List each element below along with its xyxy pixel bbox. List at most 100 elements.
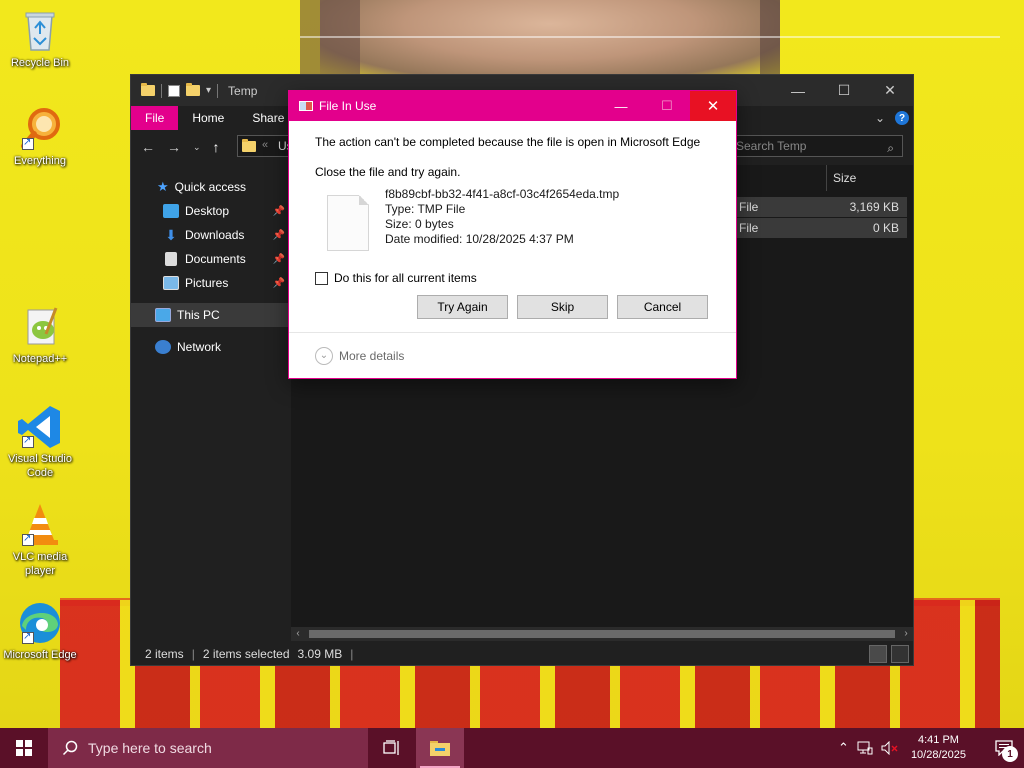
details-view-icon[interactable] bbox=[869, 645, 887, 663]
chevron-down-icon[interactable]: ⌄ bbox=[315, 346, 333, 365]
start-button[interactable] bbox=[0, 728, 48, 768]
file-in-use-dialog: File In Use — ☐ ✕ The action can't be co… bbox=[288, 90, 737, 379]
horizontal-scrollbar[interactable]: ‹ › bbox=[291, 627, 913, 641]
sidebar-item-desktop[interactable]: Desktop 📌 bbox=[131, 199, 289, 223]
ribbon-expand-chevron-icon[interactable]: ⌄ bbox=[875, 111, 885, 125]
desktop-icon-notepad-plus-plus[interactable]: Notepad++ bbox=[2, 304, 78, 366]
file-type-cell: File bbox=[739, 200, 759, 214]
apply-to-all-checkbox[interactable]: Do this for all current items bbox=[315, 271, 710, 285]
volume-muted-icon[interactable] bbox=[881, 741, 899, 755]
desktop-icon-everything[interactable]: Everything bbox=[2, 106, 78, 168]
search-input[interactable]: Search Temp ⌕ bbox=[727, 135, 903, 157]
window-title: Temp bbox=[228, 83, 258, 98]
customize-toolbar-icon[interactable]: ▾ bbox=[206, 85, 211, 96]
cancel-button[interactable]: Cancel bbox=[617, 295, 708, 319]
try-again-button[interactable]: Try Again bbox=[417, 295, 508, 319]
help-icon[interactable]: ? bbox=[895, 111, 909, 125]
checkbox-label: Do this for all current items bbox=[334, 271, 477, 285]
blank-file-icon bbox=[327, 195, 369, 251]
sidebar-item-this-pc[interactable]: This PC bbox=[131, 303, 289, 327]
scroll-right-icon[interactable]: › bbox=[899, 627, 913, 641]
file-name: f8b89cbf-bb32-4f41-a8cf-03c4f2654eda.tmp bbox=[385, 187, 620, 201]
shortcut-arrow-icon bbox=[22, 136, 34, 150]
scrollbar-thumb[interactable] bbox=[309, 630, 895, 638]
desktop-icon-label: Microsoft Edge bbox=[3, 649, 77, 661]
pin-icon[interactable]: 📌 bbox=[273, 278, 285, 289]
breadcrumb-overflow-icon: « bbox=[262, 139, 269, 151]
table-row[interactable]: File 0 KB bbox=[733, 218, 907, 238]
windows-logo-icon bbox=[16, 740, 32, 756]
taskbar-file-explorer[interactable] bbox=[416, 728, 464, 768]
quick-access-toolbar: ▾ Temp bbox=[141, 83, 258, 98]
tab-file[interactable]: File bbox=[131, 106, 179, 130]
taskbar-search-box[interactable]: Type here to search bbox=[48, 728, 368, 768]
separator: | bbox=[191, 647, 195, 661]
maximize-button[interactable]: ☐ bbox=[821, 75, 867, 106]
sidebar-item-label: Downloads bbox=[185, 228, 245, 242]
properties-icon[interactable] bbox=[168, 84, 180, 97]
taskbar: Type here to search ⌃ 4:41 PM 10/28/2025… bbox=[0, 728, 1024, 768]
file-date-modified: Date modified: 10/28/2025 4:37 PM bbox=[385, 232, 574, 246]
file-type: Type: TMP File bbox=[385, 202, 466, 216]
back-arrow-icon[interactable]: ← bbox=[141, 139, 155, 155]
desktop-icon-vscode[interactable]: Visual Studio Code bbox=[2, 404, 78, 480]
separator: | bbox=[350, 647, 354, 661]
navigation-pane: ★ Quick access Desktop 📌 ⬇ Downloads 📌 D… bbox=[131, 175, 289, 635]
documents-icon bbox=[165, 252, 177, 266]
dialog-instruction: Close the file and try again. bbox=[315, 165, 461, 179]
sidebar-item-downloads[interactable]: ⬇ Downloads 📌 bbox=[131, 223, 289, 247]
desktop-icon-edge[interactable]: Microsoft Edge bbox=[2, 600, 78, 662]
status-bar: 2 items | 2 items selected 3.09 MB | bbox=[131, 643, 913, 665]
desktop-icon-vlc[interactable]: VLC media player bbox=[2, 502, 78, 578]
system-tray: ⌃ 4:41 PM 10/28/2025 1 bbox=[838, 728, 1024, 768]
recycle-bin-icon bbox=[16, 8, 64, 54]
show-hidden-icons-chevron-icon[interactable]: ⌃ bbox=[838, 740, 849, 756]
up-arrow-icon[interactable]: ↑ bbox=[213, 139, 220, 155]
computer-icon bbox=[155, 308, 171, 322]
pin-icon[interactable]: 📌 bbox=[273, 206, 285, 217]
checkbox-box[interactable] bbox=[315, 271, 328, 285]
pin-icon[interactable]: 📌 bbox=[273, 254, 285, 265]
forward-arrow-icon[interactable]: → bbox=[167, 139, 181, 155]
table-row[interactable]: File 3,169 KB bbox=[733, 197, 907, 217]
folder-icon bbox=[242, 139, 256, 152]
task-view-button[interactable] bbox=[368, 728, 416, 768]
download-arrow-icon: ⬇ bbox=[165, 226, 177, 243]
notepad-plus-plus-icon bbox=[16, 304, 64, 350]
more-details-toggle[interactable]: ⌄ More details bbox=[289, 332, 736, 378]
wallpaper-shade-right bbox=[760, 0, 780, 80]
desktop-icon-label: Notepad++ bbox=[12, 353, 68, 365]
star-icon: ★ bbox=[157, 179, 169, 194]
dialog-titlebar[interactable]: File In Use — ☐ ✕ bbox=[289, 91, 736, 121]
large-icons-view-icon[interactable] bbox=[891, 645, 909, 663]
minimize-button[interactable]: — bbox=[775, 75, 821, 106]
clock[interactable]: 4:41 PM 10/28/2025 bbox=[907, 733, 976, 763]
sidebar-item-quick-access[interactable]: ★ Quick access bbox=[131, 175, 289, 199]
sidebar-item-network[interactable]: Network bbox=[131, 335, 289, 359]
sidebar-item-pictures[interactable]: Pictures 📌 bbox=[131, 271, 289, 295]
clock-time: 4:41 PM bbox=[917, 734, 959, 746]
scroll-left-icon[interactable]: ‹ bbox=[291, 627, 305, 641]
new-folder-icon[interactable] bbox=[186, 83, 200, 96]
sidebar-item-label: Documents bbox=[185, 252, 246, 266]
sidebar-item-documents[interactable]: Documents 📌 bbox=[131, 247, 289, 271]
file-details: f8b89cbf-bb32-4f41-a8cf-03c4f2654eda.tmp… bbox=[315, 187, 710, 251]
file-info: f8b89cbf-bb32-4f41-a8cf-03c4f2654eda.tmp… bbox=[385, 187, 619, 251]
search-placeholder: Search Temp bbox=[736, 139, 807, 153]
view-toggle bbox=[869, 645, 909, 663]
shortcut-arrow-icon bbox=[22, 434, 34, 448]
action-center-button[interactable]: 1 bbox=[984, 728, 1024, 768]
folder-icon bbox=[141, 83, 155, 96]
column-header-size[interactable]: Size bbox=[826, 165, 906, 191]
tab-home[interactable]: Home bbox=[178, 106, 238, 130]
skip-button[interactable]: Skip bbox=[517, 295, 608, 319]
close-button[interactable]: ✕ bbox=[867, 75, 913, 106]
desktop-icon-recycle-bin[interactable]: Recycle Bin bbox=[2, 8, 78, 70]
network-icon[interactable] bbox=[857, 741, 873, 755]
dialog-close-button[interactable]: ✕ bbox=[690, 91, 736, 121]
pin-icon[interactable]: 📌 bbox=[273, 230, 285, 241]
dialog-minimize-button[interactable]: — bbox=[598, 91, 644, 121]
wallpaper-shade-left bbox=[300, 0, 360, 80]
recent-locations-chevron-icon[interactable]: ⌄ bbox=[193, 142, 201, 153]
